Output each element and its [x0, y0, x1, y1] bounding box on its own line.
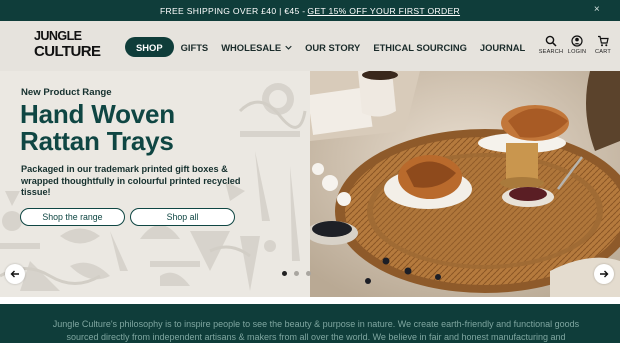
shop-the-range-button[interactable]: Shop the range: [20, 208, 125, 226]
philosophy-text: Jungle Culture's philosophy is to inspir…: [52, 319, 580, 342]
logo-line2: CULTURE: [34, 43, 101, 60]
close-announcement-icon[interactable]: ×: [594, 4, 600, 16]
hero-subtext: Packaged in our trademark printed gift b…: [21, 164, 241, 198]
logo-line1: JUNGLE: [34, 29, 82, 43]
hero-product-image: [310, 71, 620, 297]
nav-item-journal[interactable]: JOURNAL: [480, 37, 525, 57]
arrow-right-icon: [600, 270, 609, 278]
search-icon: [545, 35, 557, 47]
slider-dot[interactable]: [282, 271, 287, 276]
announcement-text: FREE SHIPPING OVER £40 | €45 -: [159, 5, 306, 16]
nav-item-ethical-sourcing[interactable]: ETHICAL SOURCING: [373, 37, 467, 57]
search-button[interactable]: SEARCH: [538, 35, 564, 55]
slider-dot[interactable]: [294, 271, 299, 276]
user-icon: [571, 35, 583, 47]
search-label: SEARCH: [538, 49, 564, 55]
site-header: JUNGLE CULTURE SHOP GIFTS WHOLESALE OUR …: [0, 21, 620, 71]
slider-dots: [282, 271, 318, 276]
rattan-tray-photo: [310, 71, 620, 297]
nav-item-gifts[interactable]: GIFTS: [181, 37, 209, 57]
main-nav: SHOP GIFTS WHOLESALE OUR STORY ETHICAL S…: [125, 37, 538, 57]
chevron-down-icon: [285, 45, 292, 50]
login-label: LOGIN: [567, 49, 587, 55]
slider-dot[interactable]: [306, 271, 311, 276]
header-tools: SEARCH LOGIN CART: [538, 35, 616, 55]
nav-item-wholesale[interactable]: WHOLESALE: [221, 37, 292, 57]
cart-icon: [598, 35, 609, 47]
hero-headline-line2: Rattan Trays: [20, 126, 174, 156]
slider-prev-button[interactable]: [5, 264, 25, 284]
philosophy-section: Jungle Culture's philosophy is to inspir…: [0, 304, 620, 343]
arrow-left-icon: [10, 270, 19, 278]
brand-logo[interactable]: JUNGLE CULTURE: [34, 29, 101, 65]
section-divider: [0, 297, 620, 304]
slider-next-button[interactable]: [594, 264, 614, 284]
hero-eyebrow: New Product Range: [21, 87, 112, 98]
nav-item-wholesale-label: WHOLESALE: [221, 41, 282, 53]
nav-item-shop[interactable]: SHOP: [125, 37, 174, 57]
hero-text-panel: New Product Range Hand Woven Rattan Tray…: [0, 71, 310, 297]
hero-headline: Hand Woven Rattan Trays: [20, 101, 175, 155]
cart-label: CART: [595, 49, 611, 55]
shop-all-button[interactable]: Shop all: [130, 208, 235, 226]
nav-item-our-story[interactable]: OUR STORY: [305, 37, 360, 57]
hero-slider: New Product Range Hand Woven Rattan Tray…: [0, 71, 620, 297]
announcement-bar: FREE SHIPPING OVER £40 | €45 - GET 15% O…: [0, 0, 620, 21]
hero-headline-line1: Hand Woven: [20, 99, 175, 129]
cart-button[interactable]: CART: [590, 35, 616, 55]
discount-link[interactable]: GET 15% OFF YOUR FIRST ORDER: [307, 6, 460, 16]
login-button[interactable]: LOGIN: [564, 35, 590, 55]
